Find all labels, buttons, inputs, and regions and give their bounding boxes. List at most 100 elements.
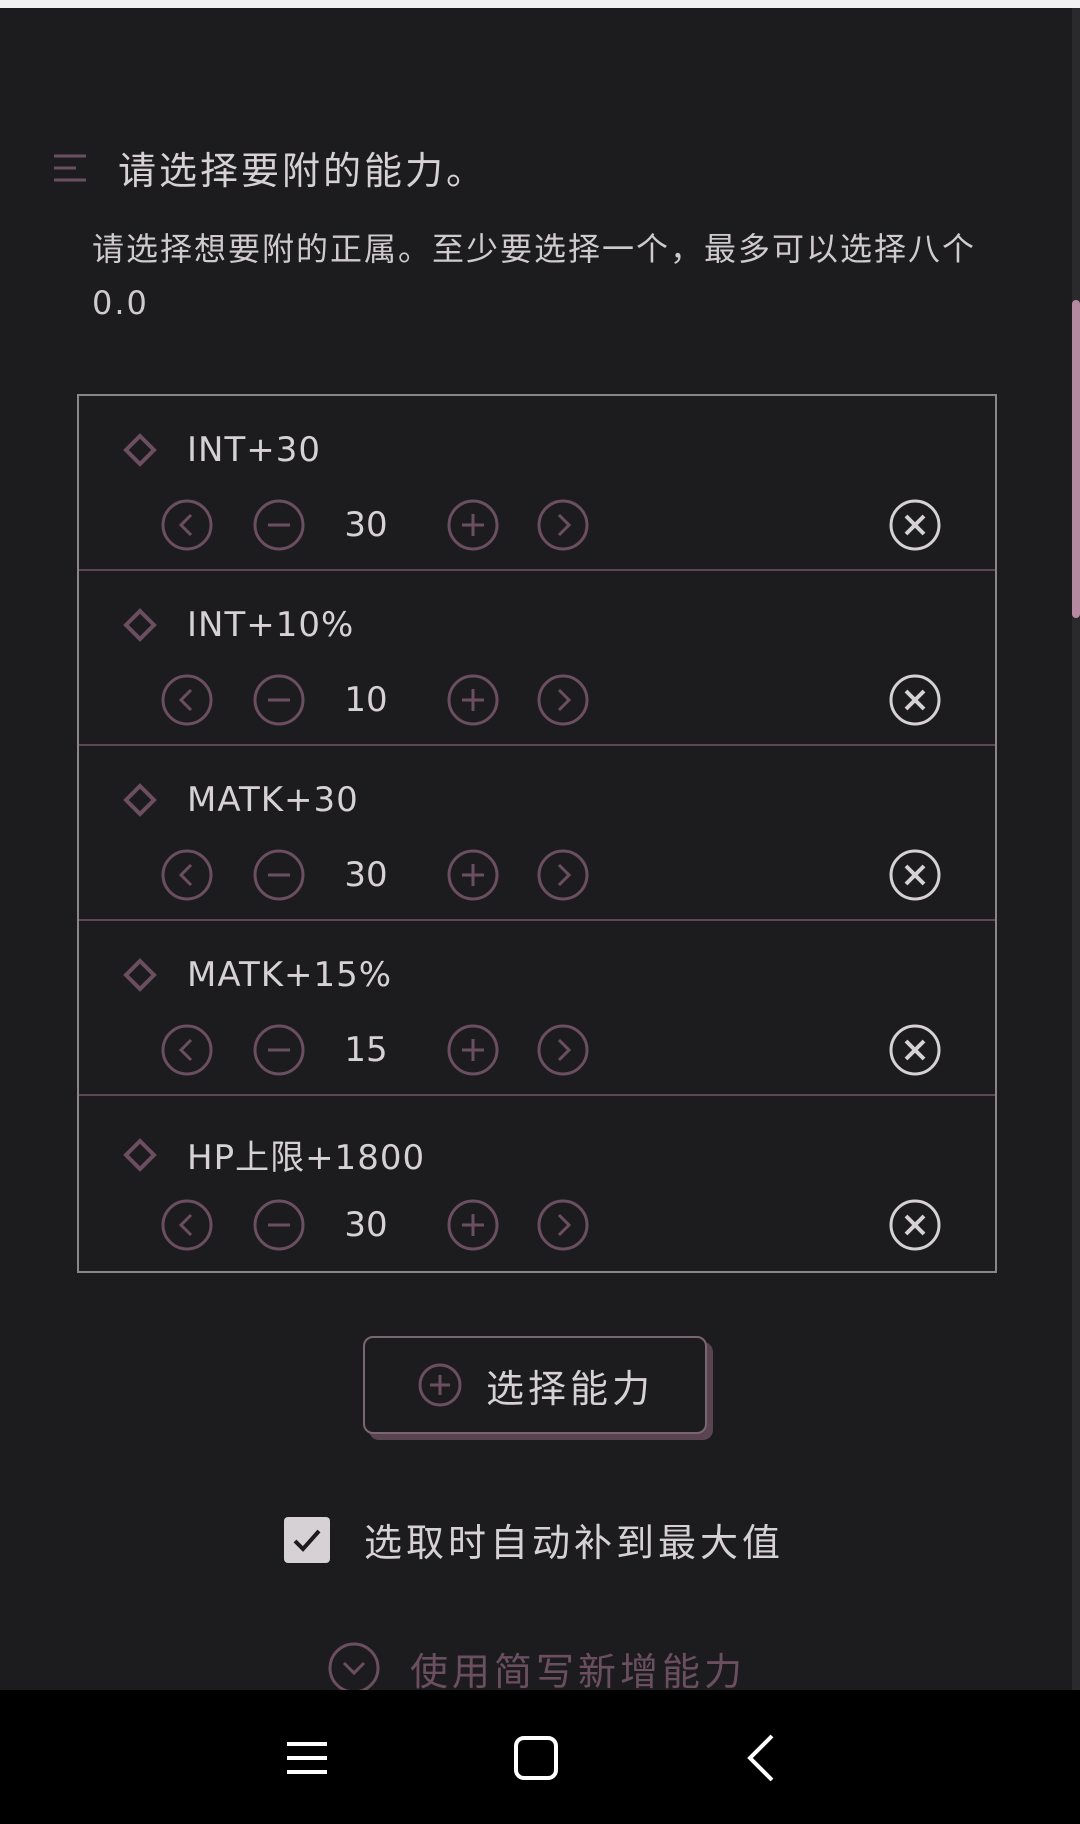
decrement-button[interactable] xyxy=(251,497,307,553)
diamond-icon xyxy=(123,958,157,992)
chevron-right-circle-icon xyxy=(537,499,589,551)
chevron-left-circle-icon xyxy=(161,674,213,726)
ability-row: INT+10% 10 xyxy=(79,571,995,746)
plus-circle-icon xyxy=(447,499,499,551)
minus-circle-icon xyxy=(253,1024,305,1076)
chevron-right-circle-icon xyxy=(537,1199,589,1251)
minus-circle-icon xyxy=(253,849,305,901)
menu-lines-icon xyxy=(54,154,86,181)
ability-name: INT+10% xyxy=(187,605,355,645)
close-circle-icon xyxy=(889,674,941,726)
ability-value: 30 xyxy=(344,505,388,545)
ability-value: 15 xyxy=(344,1030,388,1070)
ability-name-wrap: MATK+30 xyxy=(123,780,359,820)
ability-value: 10 xyxy=(344,680,388,720)
prev-button[interactable] xyxy=(159,497,215,553)
remove-ability-button[interactable] xyxy=(887,1197,943,1253)
increment-button[interactable] xyxy=(445,672,501,728)
next-button[interactable] xyxy=(535,1022,591,1078)
recent-apps-button[interactable] xyxy=(275,1726,339,1790)
ability-name: HP上限+1800 xyxy=(187,1138,426,1178)
ability-controls: 15 xyxy=(159,1022,941,1078)
prev-button[interactable] xyxy=(159,1197,215,1253)
shorthand-add-label: 使用简写新增能力 xyxy=(410,1649,747,1694)
increment-button[interactable] xyxy=(445,1022,501,1078)
chevron-left-circle-icon xyxy=(161,1199,213,1251)
plus-circle-icon xyxy=(447,1024,499,1076)
prev-button[interactable] xyxy=(159,1022,215,1078)
section-title: 请选择要附的能力。 xyxy=(118,149,488,193)
prev-button[interactable] xyxy=(159,672,215,728)
ability-name-wrap: HP上限+1800 xyxy=(123,1130,425,1179)
close-circle-icon xyxy=(889,499,941,551)
prev-button[interactable] xyxy=(159,847,215,903)
remove-ability-button[interactable] xyxy=(887,497,943,553)
close-circle-icon xyxy=(889,849,941,901)
ability-row: HP上限+1800 30 xyxy=(79,1096,995,1271)
decrement-button[interactable] xyxy=(251,672,307,728)
next-button[interactable] xyxy=(535,672,591,728)
ability-name: INT+30 xyxy=(187,430,321,470)
system-nav-bar xyxy=(0,1690,1080,1824)
minus-circle-icon xyxy=(253,499,305,551)
ability-name-wrap: INT+10% xyxy=(123,605,354,645)
back-button[interactable] xyxy=(730,1726,794,1790)
decrement-button[interactable] xyxy=(251,1197,307,1253)
chevron-down-circle-icon xyxy=(328,1642,380,1694)
ability-controls: 10 xyxy=(159,672,941,728)
chevron-left-circle-icon xyxy=(161,849,213,901)
remove-ability-button[interactable] xyxy=(887,847,943,903)
add-ability-button-face[interactable]: 选择能力 xyxy=(363,1336,707,1434)
home-icon xyxy=(514,1736,558,1780)
add-ability-label: 选择能力 xyxy=(485,1366,654,1411)
increment-button[interactable] xyxy=(445,847,501,903)
ability-name: MATK+15% xyxy=(187,955,393,995)
remove-ability-button[interactable] xyxy=(887,1022,943,1078)
ability-value: 30 xyxy=(344,855,388,895)
scrollbar-thumb[interactable] xyxy=(1072,300,1080,618)
home-button[interactable] xyxy=(504,1726,568,1790)
remove-ability-button[interactable] xyxy=(887,672,943,728)
minus-circle-icon xyxy=(253,1199,305,1251)
chevron-right-circle-icon xyxy=(537,849,589,901)
chevron-right-circle-icon xyxy=(537,1024,589,1076)
auto-fill-checkbox[interactable]: 选取时自动补到最大值 xyxy=(284,1512,784,1567)
diamond-icon xyxy=(123,1137,157,1172)
decrement-button[interactable] xyxy=(251,1022,307,1078)
diamond-icon xyxy=(123,433,157,467)
check-icon xyxy=(293,1529,321,1552)
scrollbar[interactable] xyxy=(1072,8,1080,1690)
ability-controls: 30 xyxy=(159,1197,941,1253)
chevron-right-circle-icon xyxy=(537,674,589,726)
plus-circle-icon xyxy=(447,674,499,726)
increment-button[interactable] xyxy=(445,497,501,553)
ability-row: INT+30 30 xyxy=(79,396,995,571)
diamond-icon xyxy=(123,608,157,642)
checkbox[interactable] xyxy=(284,1516,330,1563)
plus-circle-icon xyxy=(447,1199,499,1251)
recent-apps-icon xyxy=(287,1742,327,1774)
minus-circle-icon xyxy=(253,674,305,726)
ability-controls: 30 xyxy=(159,497,941,553)
status-bar xyxy=(0,0,1080,8)
next-button[interactable] xyxy=(535,1197,591,1253)
ability-list: INT+30 30 INT+10% 10 MATK+30 30 MATK+15%… xyxy=(77,394,997,1273)
increment-button[interactable] xyxy=(445,1197,501,1253)
next-button[interactable] xyxy=(535,847,591,903)
ability-controls: 30 xyxy=(159,847,941,903)
ability-name-wrap: MATK+15% xyxy=(123,955,392,995)
ability-row: MATK+30 30 xyxy=(79,746,995,921)
section-header: 请选择要附的能力。 xyxy=(52,140,487,195)
ability-name-wrap: INT+30 xyxy=(123,430,321,470)
auto-fill-label: 选取时自动补到最大值 xyxy=(364,1521,785,1565)
shorthand-add-toggle[interactable]: 使用简写新增能力 xyxy=(326,1640,746,1696)
chevron-left-circle-icon xyxy=(161,499,213,551)
close-circle-icon xyxy=(889,1024,941,1076)
ability-value: 30 xyxy=(344,1205,388,1245)
diamond-icon xyxy=(123,783,157,817)
close-circle-icon xyxy=(889,1199,941,1251)
next-button[interactable] xyxy=(535,497,591,553)
add-ability-button[interactable]: 选择能力 xyxy=(363,1336,713,1440)
back-icon xyxy=(747,1734,774,1782)
decrement-button[interactable] xyxy=(251,847,307,903)
